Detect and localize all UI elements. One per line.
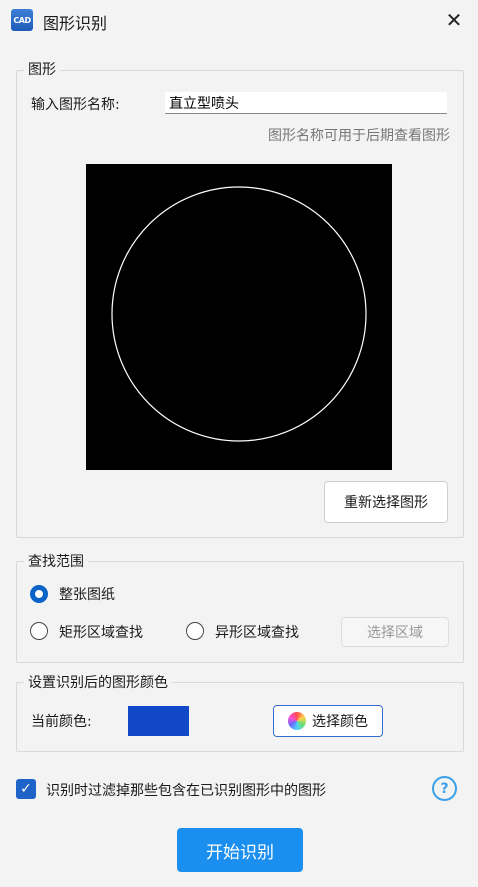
radio-whole-drawing-label[interactable]: 整张图纸 [59, 584, 115, 604]
radio-irregular-area[interactable] [186, 622, 204, 640]
color-wheel-icon [288, 712, 306, 730]
radio-rect-area[interactable] [30, 622, 48, 640]
shape-group-legend: 图形 [24, 59, 60, 79]
radio-whole-drawing[interactable] [30, 585, 48, 603]
window-title: 图形识别 [43, 14, 108, 33]
reselect-shape-button[interactable]: 重新选择图形 [324, 481, 448, 523]
app-icon: CAD [11, 9, 33, 31]
shape-preview [86, 164, 392, 470]
color-group-legend: 设置识别后的图形颜色 [24, 672, 172, 692]
help-icon[interactable]: ? [432, 776, 457, 801]
current-color-label: 当前颜色: [31, 714, 92, 730]
select-color-label: 选择颜色 [312, 714, 368, 730]
search-range-legend: 查找范围 [24, 551, 88, 571]
radio-rect-area-label[interactable]: 矩形区域查找 [59, 622, 143, 642]
filter-checkbox-label[interactable]: 识别时过滤掉那些包含在已识别图形中的图形 [46, 780, 326, 800]
preview-circle [111, 186, 367, 442]
preview-canvas [111, 186, 367, 442]
radio-irregular-area-label[interactable]: 异形区域查找 [215, 622, 299, 642]
close-icon[interactable]: ✕ [440, 6, 468, 34]
select-color-button[interactable]: 选择颜色 [273, 705, 383, 737]
current-color-swatch [128, 706, 189, 736]
shape-name-label: 输入图形名称: [31, 97, 120, 113]
title-bar: CAD 图形识别 ✕ [0, 0, 478, 40]
start-recognition-button[interactable]: 开始识别 [177, 828, 303, 872]
shape-name-hint: 图形名称可用于后期查看图形 [268, 128, 450, 144]
shape-name-input[interactable] [165, 92, 447, 114]
search-range-group [16, 561, 464, 663]
filter-checkbox[interactable]: ✓ [16, 779, 36, 799]
select-area-button[interactable]: 选择区域 [341, 617, 449, 647]
